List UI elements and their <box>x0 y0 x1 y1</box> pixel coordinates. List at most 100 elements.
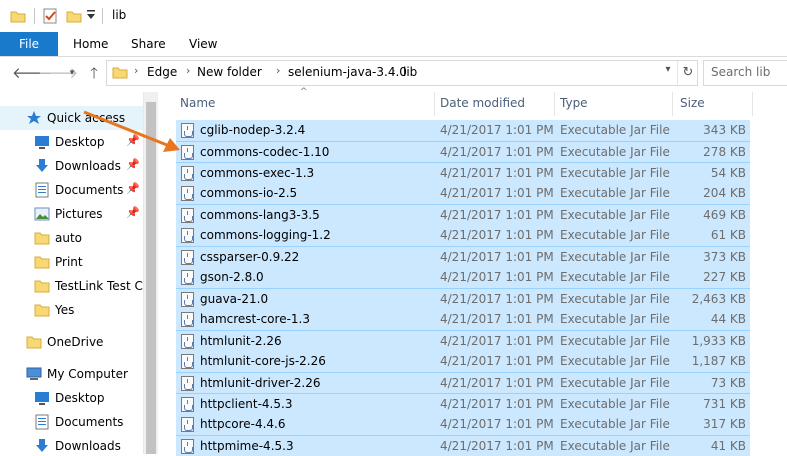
file-size: 1,933 KB <box>691 334 746 348</box>
column-divider[interactable] <box>434 92 435 116</box>
tab-home[interactable]: Home <box>73 32 108 56</box>
nav-item-yes[interactable]: Yes <box>0 298 143 322</box>
file-row[interactable]: commons-io-2.5 4/21/2017 1:01 PM Executa… <box>176 183 750 204</box>
back-button[interactable]: 🡐 <box>12 63 52 83</box>
column-divider[interactable] <box>672 92 673 116</box>
file-row[interactable]: htmlunit-driver-2.26 4/21/2017 1:01 PM E… <box>176 372 750 393</box>
nav-item-documents[interactable]: Documents 📌 <box>0 178 143 202</box>
file-size: 204 KB <box>703 186 746 200</box>
nav-quick-access[interactable]: Quick access <box>0 106 143 130</box>
file-row[interactable]: cssparser-0.9.22 4/21/2017 1:01 PM Execu… <box>176 246 750 267</box>
recent-locations-button[interactable]: ▾ <box>62 63 82 83</box>
file-name: gson-2.8.0 <box>200 270 264 284</box>
refresh-icon[interactable]: ↻ <box>677 61 698 85</box>
address-row: 🡐 🡒 ▾ 🡑 › Edge › New folder › selenium-j… <box>0 57 787 89</box>
nav-scrollbar[interactable] <box>143 92 158 454</box>
pin-icon[interactable]: 📌 <box>126 134 140 147</box>
pin-icon[interactable]: 📌 <box>126 182 140 195</box>
file-type: Executable Jar File <box>560 208 670 222</box>
file-name: commons-lang3-3.5 <box>200 208 320 222</box>
nav-label: Documents <box>55 183 124 197</box>
file-row[interactable]: commons-lang3-3.5 4/21/2017 1:01 PM Exec… <box>176 204 750 225</box>
jar-file-icon <box>181 270 194 285</box>
tab-file[interactable]: File <box>0 32 58 56</box>
file-row[interactable]: httpcore-4.4.6 4/21/2017 1:01 PM Executa… <box>176 414 750 435</box>
nav-label: Downloads <box>55 439 121 453</box>
address-bar[interactable]: › Edge › New folder › selenium-java-3.4.… <box>106 60 698 86</box>
folder-icon[interactable] <box>10 8 26 27</box>
nav-scrollbar-thumb[interactable] <box>146 102 156 454</box>
column-date-modified[interactable]: Date modified <box>440 96 525 110</box>
file-row[interactable]: htmlunit-2.26 4/21/2017 1:01 PM Executab… <box>176 330 750 351</box>
pictures-icon <box>34 206 50 222</box>
jar-file-icon <box>181 334 194 349</box>
chevron-right-icon[interactable]: › <box>391 64 395 77</box>
nav-item-computer-documents[interactable]: Documents <box>0 410 143 434</box>
forward-button[interactable]: 🡒 <box>38 63 78 83</box>
column-size[interactable]: Size <box>680 96 705 110</box>
file-type: Executable Jar File <box>560 376 670 390</box>
nav-item-print[interactable]: Print <box>0 250 143 274</box>
file-type: Executable Jar File <box>560 228 670 242</box>
file-row[interactable]: commons-logging-1.2 4/21/2017 1:01 PM Ex… <box>176 225 750 246</box>
file-row[interactable]: cglib-nodep-3.2.4 4/21/2017 1:01 PM Exec… <box>176 120 750 141</box>
folder-icon <box>34 302 50 318</box>
file-type: Executable Jar File <box>560 250 670 264</box>
nav-item-my-computer[interactable]: My Computer <box>0 362 143 386</box>
nav-label: Print <box>55 255 83 269</box>
chevron-right-icon[interactable]: › <box>276 64 280 77</box>
column-type[interactable]: Type <box>560 96 588 110</box>
pin-icon[interactable]: 📌 <box>126 206 140 219</box>
nav-item-computer-downloads[interactable]: Downloads <box>0 434 143 454</box>
file-size: 731 KB <box>703 397 746 411</box>
breadcrumb-lib[interactable]: lib <box>403 65 417 79</box>
column-name[interactable]: Name <box>180 96 215 110</box>
breadcrumb-new-folder[interactable]: New folder <box>197 65 262 79</box>
tab-view[interactable]: View <box>189 32 217 56</box>
file-row[interactable]: commons-exec-1.3 4/21/2017 1:01 PM Execu… <box>176 162 750 183</box>
nav-item-desktop[interactable]: Desktop 📌 <box>0 130 143 154</box>
file-name: httpclient-4.5.3 <box>200 397 293 411</box>
file-size: 227 KB <box>703 270 746 284</box>
file-list: cglib-nodep-3.2.4 4/21/2017 1:01 PM Exec… <box>172 118 756 456</box>
file-size: 41 KB <box>710 439 746 453</box>
file-row[interactable]: hamcrest-core-1.3 4/21/2017 1:01 PM Exec… <box>176 309 750 330</box>
file-row[interactable]: httpclient-4.5.3 4/21/2017 1:01 PM Execu… <box>176 393 750 414</box>
nav-item-auto[interactable]: auto <box>0 226 143 250</box>
file-row[interactable]: httpmime-4.5.3 4/21/2017 1:01 PM Executa… <box>176 435 750 456</box>
file-name: hamcrest-core-1.3 <box>200 312 310 326</box>
nav-item-downloads[interactable]: Downloads 📌 <box>0 154 143 178</box>
file-row[interactable]: commons-codec-1.10 4/21/2017 1:01 PM Exe… <box>176 141 750 162</box>
breadcrumb-selenium[interactable]: selenium-java-3.4.0 <box>288 65 407 79</box>
search-input[interactable]: Search lib <box>703 60 787 86</box>
chevron-right-icon[interactable]: › <box>134 64 138 77</box>
desktop-icon <box>34 134 50 150</box>
properties-icon[interactable] <box>42 8 58 27</box>
column-divider[interactable] <box>752 92 753 116</box>
window-title: lib <box>112 8 127 22</box>
breadcrumb-edge[interactable]: Edge <box>147 65 177 79</box>
folder-icon <box>34 230 50 246</box>
address-folder-icon <box>112 64 128 83</box>
nav-item-testlink[interactable]: TestLink Test Cas <box>0 274 143 298</box>
nav-item-onedrive[interactable]: OneDrive <box>0 330 143 354</box>
file-row[interactable]: gson-2.8.0 4/21/2017 1:01 PM Executable … <box>176 267 750 288</box>
new-folder-icon[interactable] <box>66 8 82 27</box>
nav-label: Pictures <box>55 207 103 221</box>
tab-share[interactable]: Share <box>131 32 166 56</box>
nav-item-pictures[interactable]: Pictures 📌 <box>0 202 143 226</box>
customize-toolbar-icon[interactable] <box>86 9 96 24</box>
file-row[interactable]: htmlunit-core-js-2.26 4/21/2017 1:01 PM … <box>176 351 750 372</box>
downloads-icon <box>34 438 50 454</box>
column-divider[interactable] <box>554 92 555 116</box>
computer-icon <box>26 366 42 382</box>
pin-icon[interactable]: 📌 <box>126 158 140 171</box>
address-dropdown-icon[interactable]: ▾ <box>661 64 675 75</box>
file-date: 4/21/2017 1:01 PM <box>440 292 554 306</box>
file-row[interactable]: guava-21.0 4/21/2017 1:01 PM Executable … <box>176 288 750 309</box>
up-button[interactable]: 🡑 <box>84 63 104 83</box>
jar-file-icon <box>181 208 194 223</box>
chevron-right-icon[interactable]: › <box>186 64 190 77</box>
file-name: cssparser-0.9.22 <box>200 250 300 264</box>
nav-item-computer-desktop[interactable]: Desktop <box>0 386 143 410</box>
